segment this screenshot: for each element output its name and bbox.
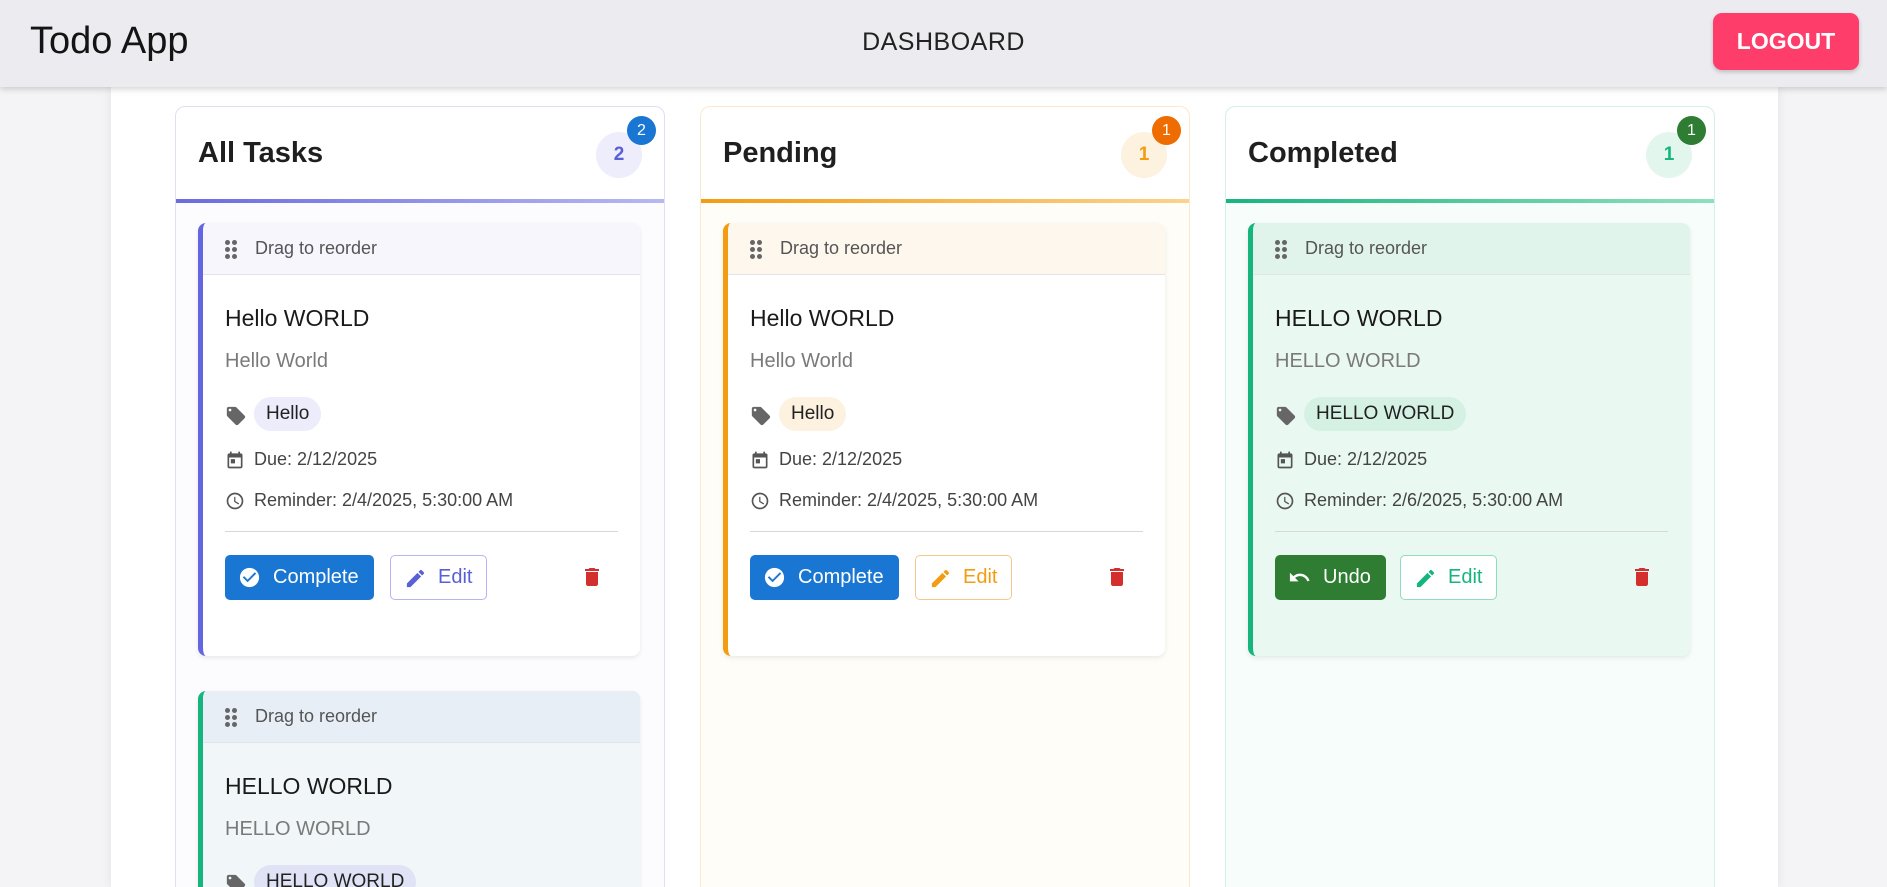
- trash-icon: [585, 568, 599, 586]
- drag-handle[interactable]: Drag to reorder: [203, 691, 640, 743]
- column-completed: Completed 1 1 Drag to reorder HELLO WORL…: [1225, 106, 1715, 887]
- card-divider: [225, 531, 618, 532]
- column-header: Completed 1 1: [1226, 107, 1714, 203]
- column-header: All Tasks 2 2: [176, 107, 664, 203]
- drag-handle[interactable]: Drag to reorder: [1253, 223, 1690, 275]
- drag-label: Drag to reorder: [1305, 238, 1428, 258]
- check-circle-icon: [764, 567, 785, 588]
- dashboard-link[interactable]: DASHBOARD: [862, 28, 1025, 56]
- pencil-icon: [406, 569, 425, 588]
- column-all-tasks: All Tasks 2 2 Drag to reorder Hello WORL…: [175, 106, 665, 887]
- clock-icon: [226, 492, 244, 510]
- count-badge: 1: [1152, 116, 1181, 145]
- task-title: HELLO WORLD: [1275, 305, 1443, 331]
- due-date: Due: 2/12/2025: [779, 449, 903, 469]
- tag-icon: [226, 406, 246, 426]
- count-badge: 2: [627, 116, 656, 145]
- calendar-icon: [752, 451, 768, 469]
- drag-handle[interactable]: Drag to reorder: [728, 223, 1165, 275]
- task-title: Hello WORLD: [750, 305, 895, 331]
- drag-label: Drag to reorder: [255, 706, 378, 726]
- app-title: Todo App: [30, 20, 189, 62]
- edit-button-label: Edit: [438, 566, 473, 588]
- task-title: Hello WORLD: [225, 305, 370, 331]
- drag-indicator-icon: [750, 240, 762, 259]
- pencil-icon: [1416, 569, 1435, 588]
- column-title: Completed: [1248, 137, 1398, 169]
- due-date: Due: 2/12/2025: [1304, 449, 1428, 469]
- trash-icon: [1110, 568, 1124, 586]
- task-card[interactable]: Drag to reorder Hello WORLD Hello World …: [198, 223, 640, 656]
- clock-icon: [1276, 492, 1294, 510]
- calendar-icon: [227, 451, 243, 469]
- task-description: HELLO WORLD: [1275, 350, 1421, 372]
- drag-indicator-icon: [1275, 240, 1287, 259]
- edit-button-label: Edit: [1448, 566, 1483, 588]
- edit-button[interactable]: Edit: [390, 555, 488, 600]
- task-description: Hello World: [750, 350, 853, 372]
- task-card[interactable]: Drag to reorder Hello WORLD Hello World …: [723, 223, 1165, 656]
- due-date: Due: 2/12/2025: [254, 449, 378, 469]
- task-description: HELLO WORLD: [225, 818, 371, 840]
- trash-icon: [1635, 568, 1649, 586]
- delete-button[interactable]: [1630, 564, 1654, 590]
- check-circle-icon: [239, 567, 260, 588]
- drag-label: Drag to reorder: [255, 238, 378, 258]
- undo-icon: [1289, 572, 1310, 582]
- undo-button-label: Undo: [1323, 566, 1371, 588]
- task-card[interactable]: Drag to reorder HELLO WORLD HELLO WORLD …: [1248, 223, 1690, 656]
- edit-button[interactable]: Edit: [915, 555, 1013, 600]
- tag-chip: Hello: [779, 397, 847, 431]
- delete-button[interactable]: [1105, 564, 1129, 590]
- complete-button-label: Complete: [798, 566, 884, 588]
- edit-button-label: Edit: [963, 566, 998, 588]
- complete-button-label: Complete: [273, 566, 359, 588]
- logout-button[interactable]: LOGOUT: [1713, 13, 1859, 70]
- tag-chip: Hello: [254, 397, 322, 431]
- drag-label: Drag to reorder: [780, 238, 903, 258]
- complete-button[interactable]: Complete: [750, 555, 899, 600]
- column-title: All Tasks: [198, 137, 324, 169]
- card-divider: [750, 531, 1143, 532]
- undo-button[interactable]: Undo: [1275, 555, 1386, 600]
- reminder-time: Reminder: 2/6/2025, 5:30:00 AM: [1304, 490, 1564, 510]
- tag-icon: [1276, 406, 1296, 426]
- tag-icon: [751, 406, 771, 426]
- reminder-time: Reminder: 2/4/2025, 5:30:00 AM: [779, 490, 1039, 510]
- calendar-icon: [1277, 451, 1293, 469]
- tag-chip: HELLO WORLD: [1304, 397, 1467, 431]
- pencil-icon: [931, 569, 950, 588]
- app-bar: Todo App DASHBOARD LOGOUT: [0, 0, 1887, 87]
- reminder-time: Reminder: 2/4/2025, 5:30:00 AM: [254, 490, 514, 510]
- task-description: Hello World: [225, 350, 328, 372]
- drag-handle[interactable]: Drag to reorder: [203, 223, 640, 275]
- column-pending: Pending 1 1 Drag to reorder Hello WORLD …: [700, 106, 1190, 887]
- tag-chip: HELLO WORLD: [254, 865, 417, 887]
- task-title: HELLO WORLD: [225, 773, 393, 799]
- tag-icon: [226, 874, 246, 887]
- delete-button[interactable]: [580, 564, 604, 590]
- clock-icon: [751, 492, 769, 510]
- drag-indicator-icon: [225, 708, 237, 727]
- task-card[interactable]: Drag to reorder HELLO WORLD HELLO WORLD …: [198, 691, 640, 887]
- column-title: Pending: [723, 137, 838, 169]
- drag-indicator-icon: [225, 240, 237, 259]
- count-badge: 1: [1677, 116, 1706, 145]
- complete-button[interactable]: Complete: [225, 555, 374, 600]
- card-divider: [1275, 531, 1668, 532]
- column-header: Pending 1 1: [701, 107, 1189, 203]
- edit-button[interactable]: Edit: [1400, 555, 1498, 600]
